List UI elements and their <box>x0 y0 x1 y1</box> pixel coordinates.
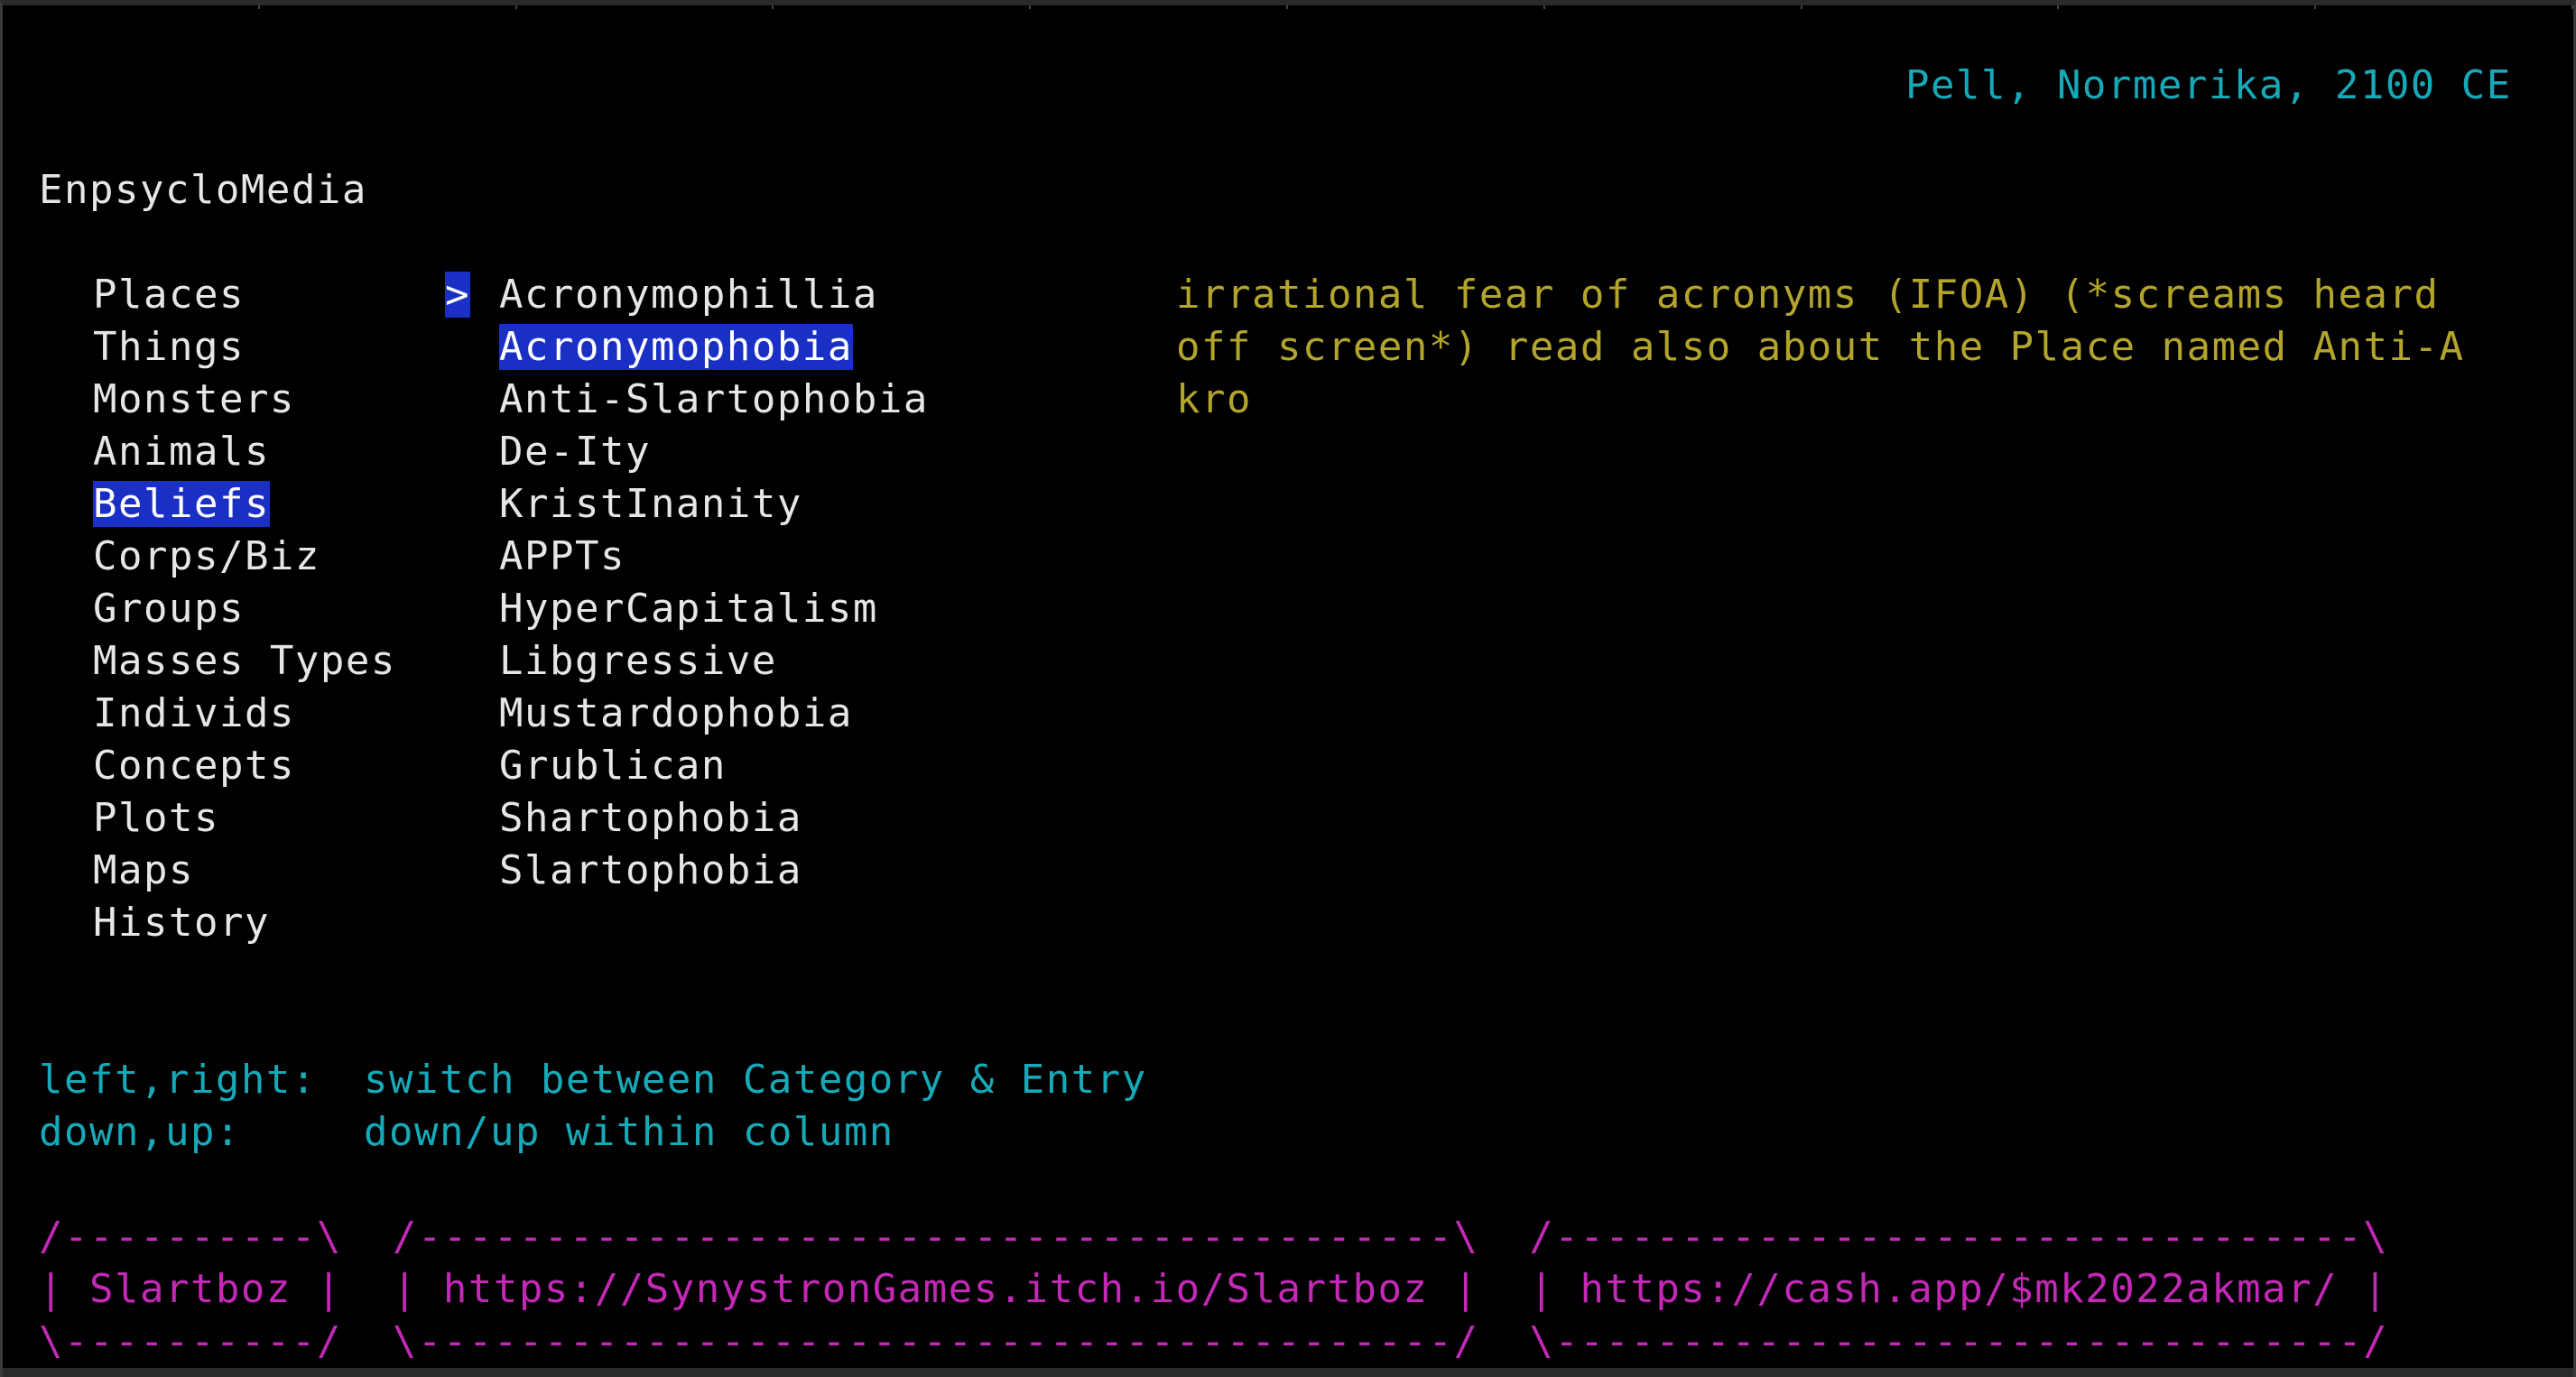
category-label: Places <box>93 272 245 318</box>
entry-item-kristinanity[interactable]: KristInanity <box>499 478 802 531</box>
entry-label: APPTs <box>499 533 625 579</box>
entry-item-grublican[interactable]: Grublican <box>499 740 727 792</box>
entry-item-libgressive[interactable]: Libgressive <box>499 635 777 688</box>
help-key-left-right: left,right: <box>39 1057 317 1103</box>
entry-item-acronymophobia[interactable]: Acronymophobia <box>499 321 853 374</box>
category-item-corps-biz[interactable]: Corps/Biz <box>93 531 320 583</box>
entry-label: Shartophobia <box>499 795 802 841</box>
category-item-places[interactable]: Places <box>93 269 245 321</box>
entry-item-hypercapitalism[interactable]: HyperCapitalism <box>499 583 878 635</box>
category-label: Things <box>93 324 245 370</box>
category-item-individs[interactable]: Individs <box>93 688 295 740</box>
help-text-down-up: down/up within column <box>364 1109 894 1155</box>
category-label: Groups <box>93 586 245 632</box>
entry-label-selected: Acronymophobia <box>499 324 853 370</box>
entry-item-appts[interactable]: APPTs <box>499 531 625 583</box>
itch-io-link[interactable]: https://SynystronGames.itch.io/Slartboz <box>443 1266 1429 1312</box>
entry-label: Acronymophillia <box>499 272 878 318</box>
category-item-masses-types[interactable]: Masses Types <box>93 635 396 688</box>
category-item-history[interactable]: History <box>93 897 270 949</box>
entry-label: Grublican <box>499 743 727 789</box>
entry-label: HyperCapitalism <box>499 586 878 632</box>
category-label: Maps <box>93 847 194 893</box>
category-label: Animals <box>93 429 270 475</box>
tab-strip <box>3 5 2573 9</box>
help-key-down-up: down,up: <box>39 1109 241 1155</box>
entry-label: KristInanity <box>499 481 802 527</box>
entry-item-shartophobia[interactable]: Shartophobia <box>499 792 802 845</box>
entry-item-slartophobia[interactable]: Slartophobia <box>499 845 802 897</box>
entry-item-anti-slartophobia[interactable]: Anti-Slartophobia <box>499 374 929 426</box>
category-label: Plots <box>93 795 219 841</box>
entry-label: Slartophobia <box>499 847 802 893</box>
category-label: Masses Types <box>93 638 396 684</box>
category-label: Concepts <box>93 743 295 789</box>
entry-item-de-ity[interactable]: De-Ity <box>499 426 651 478</box>
category-item-concepts[interactable]: Concepts <box>93 740 295 792</box>
footer-box-bottom-border: \----------/ \--------------------------… <box>39 1318 2389 1364</box>
location-label: Pell, Normerika, 2100 CE <box>1905 62 2512 108</box>
category-label: History <box>93 900 270 946</box>
description-line: kro <box>1176 376 1252 422</box>
entry-item-mustardophobia[interactable]: Mustardophobia <box>499 688 853 740</box>
cash-app-link[interactable]: https://cash.app/$mk2022akmar/ <box>1580 1266 2338 1312</box>
terminal-window: Pell, Normerika, 2100 CE EnpsycloMedia P… <box>0 0 2576 1377</box>
category-item-animals[interactable]: Animals <box>93 426 270 478</box>
category-label: Corps/Biz <box>93 533 320 579</box>
category-item-plots[interactable]: Plots <box>93 792 219 845</box>
category-item-maps[interactable]: Maps <box>93 845 194 897</box>
entry-label: Libgressive <box>499 638 777 684</box>
app-title: EnpsycloMedia <box>39 167 367 213</box>
help-text-left-right: switch between Category & Entry <box>364 1057 1147 1103</box>
footer-box-row: | Slartboz | | https://SynystronGames.it… <box>39 1266 2389 1312</box>
entry-item-acronymophillia[interactable]: Acronymophillia <box>499 269 878 321</box>
description-line: irrational fear of acronyms (IFOA) (*scr… <box>1176 272 2440 318</box>
description-line: off screen*) read also about the Place n… <box>1176 324 2465 370</box>
cursor-glyph: > <box>445 272 470 318</box>
category-item-beliefs[interactable]: Beliefs <box>93 478 270 531</box>
category-label: Individs <box>93 690 295 736</box>
category-label: Monsters <box>93 376 295 422</box>
category-item-groups[interactable]: Groups <box>93 583 245 635</box>
column-cursor-indicator: > <box>445 269 470 321</box>
footer-box-top-border: /----------\ /--------------------------… <box>39 1214 2389 1260</box>
entry-label: Mustardophobia <box>499 690 853 736</box>
category-label-selected: Beliefs <box>93 481 270 527</box>
entry-label: Anti-Slartophobia <box>499 376 929 422</box>
category-item-monsters[interactable]: Monsters <box>93 374 295 426</box>
entry-label: De-Ity <box>499 429 651 475</box>
slartboz-link[interactable]: Slartboz <box>89 1266 292 1312</box>
category-item-things[interactable]: Things <box>93 321 245 374</box>
window-bottom-edge <box>3 1368 2573 1377</box>
